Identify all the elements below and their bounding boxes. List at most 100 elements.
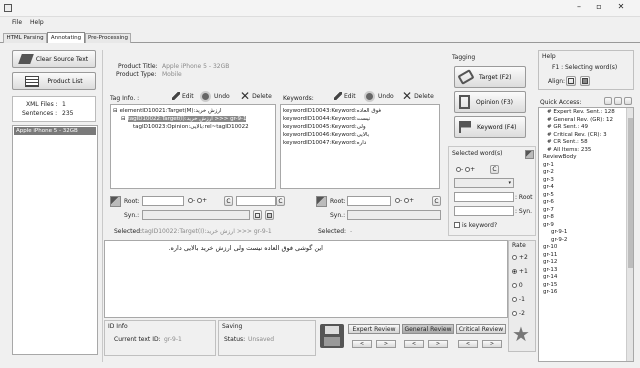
pin-icon[interactable] (110, 196, 121, 207)
keyword-item[interactable]: keywordID10047:Keyword:داره (283, 140, 437, 148)
close-button[interactable]: ✕ (614, 2, 628, 14)
star-icon[interactable]: ★ (512, 324, 530, 344)
root-left-input-2[interactable] (236, 196, 276, 206)
root-right-c-button[interactable]: C (432, 196, 441, 206)
qa-item[interactable]: # Expert Rev. Sent.: 128 (541, 109, 625, 117)
tree-row[interactable]: ⊟ tagID10022:Target(I):ارزش خرید >>> gr-9… (113, 116, 273, 124)
minimize-button[interactable]: – (572, 2, 586, 14)
sw-syn-input[interactable] (454, 206, 514, 216)
root-right-radio-group[interactable]: - + (395, 197, 414, 204)
quick-access-btn-2[interactable] (614, 97, 622, 105)
critical-prev-button[interactable]: < (458, 340, 478, 348)
sw-c-button[interactable]: C (490, 165, 499, 174)
product-list-item[interactable]: Apple iPhone 5 - 32GB (14, 127, 96, 135)
keyword-item[interactable]: keywordID10043:Keyword:فوق العاده (283, 108, 437, 116)
qa-item[interactable]: gr-10 (541, 244, 625, 252)
quick-access-btn-1[interactable] (604, 97, 612, 105)
tag-delete-button[interactable]: ✕ Delete (240, 90, 276, 102)
rate-radio-plus2[interactable]: +2 (512, 254, 528, 261)
root-left-input[interactable] (142, 196, 184, 206)
tree-row[interactable]: tagID10023:Opinion:بالایی:rel~tagID10022 (113, 124, 273, 132)
quick-access-tree[interactable]: # Expert Rev. Sent.: 128 # General Rev. … (538, 107, 634, 362)
qa-item[interactable]: gr-7 (541, 207, 625, 215)
expert-prev-button[interactable]: < (352, 340, 372, 348)
tab-html-parsing[interactable]: HTML Parsing (3, 33, 47, 43)
kw-delete-button[interactable]: ✕ Delete (402, 90, 438, 102)
qa-item[interactable]: gr-9-1 (541, 229, 625, 237)
keyword-button[interactable]: Keyword (F4) (454, 116, 526, 138)
pin-icon[interactable] (316, 196, 327, 207)
keyword-item[interactable]: keywordID10045:Keyword:ولی (283, 124, 437, 132)
root-left-radio-group[interactable]: - + (188, 197, 207, 204)
qa-item[interactable]: # All Items: 235 (541, 147, 625, 155)
tab-annotating[interactable]: Annotating (47, 32, 85, 43)
kw-undo-button[interactable]: Undo (364, 90, 400, 102)
maximize-button[interactable]: ▫ (592, 2, 606, 14)
qa-item[interactable]: gr-13 (541, 267, 625, 275)
qa-item[interactable]: gr-1 (541, 162, 625, 170)
menu-help[interactable]: Help (30, 19, 44, 26)
sw-radio-group[interactable]: - + (456, 166, 475, 173)
qa-item[interactable]: gr-12 (541, 259, 625, 267)
tag-undo-button[interactable]: Undo (200, 90, 236, 102)
critical-review-tab[interactable]: Critical Review (456, 324, 506, 334)
qa-item[interactable]: gr-4 (541, 184, 625, 192)
qa-item[interactable]: gr-16 (541, 289, 625, 297)
rate-radio-plus1[interactable]: +1 (512, 268, 528, 275)
tag-info-tree[interactable]: ⊟ elementID10021:Target(M):ارزش خرید ⊟ tag… (110, 104, 276, 189)
qa-item[interactable]: gr-6 (541, 199, 625, 207)
root-left-c-button[interactable]: C (224, 196, 233, 206)
sentence-textarea[interactable]: این گوشی فوق العاده نیست ولی ارزش خرید ب… (104, 240, 508, 318)
rate-radio-minus1[interactable]: -1 (512, 296, 525, 303)
qa-item[interactable]: gr-3 (541, 177, 625, 185)
qa-item[interactable]: # General Rev. (GR): 12 (541, 117, 625, 125)
qa-item[interactable]: gr-9 (541, 222, 625, 230)
tab-pre-processing[interactable]: Pre-Processing (85, 33, 131, 43)
critical-next-button[interactable]: > (482, 340, 502, 348)
save-disk-icon[interactable] (320, 324, 344, 348)
syn-left-paste-button[interactable] (265, 210, 274, 220)
tree-row[interactable]: ⊟ elementID10021:Target(M):ارزش خرید (113, 108, 273, 116)
qa-item[interactable]: gr-8 (541, 214, 625, 222)
expert-next-button[interactable]: > (376, 340, 396, 348)
qa-item[interactable]: gr-14 (541, 274, 625, 282)
syn-right-input[interactable] (347, 210, 441, 220)
syn-left-input[interactable] (142, 210, 250, 220)
sw-dropdown[interactable]: ▾ (454, 178, 514, 188)
quick-access-btn-3[interactable] (624, 97, 632, 105)
keyword-item[interactable]: keywordID10044:Keyword:نیست (283, 116, 437, 124)
is-keyword-checkbox[interactable] (454, 222, 460, 228)
qa-item[interactable]: # GR Sent.: 49 (541, 124, 625, 132)
syn-left-copy-button[interactable] (253, 210, 262, 220)
qa-item[interactable]: gr-2 (541, 169, 625, 177)
keywords-list[interactable]: keywordID10043:Keyword:فوق العاده keywor… (280, 104, 440, 189)
sw-root-input[interactable] (454, 192, 514, 202)
qa-item[interactable]: # CR Sent.: 58 (541, 139, 625, 147)
tag-edit-button[interactable]: Edit (172, 90, 198, 102)
pin-icon[interactable] (525, 150, 534, 159)
root-right-input[interactable] (347, 196, 391, 206)
qa-item[interactable]: gr-9-2 (541, 237, 625, 245)
menu-file[interactable]: File (12, 19, 22, 26)
quick-access-scrollbar[interactable] (626, 108, 633, 361)
general-next-button[interactable]: > (428, 340, 448, 348)
kw-edit-button[interactable]: Edit (334, 90, 360, 102)
qa-item[interactable]: gr-5 (541, 192, 625, 200)
qa-item[interactable]: # Critical Rev. (CR): 3 (541, 132, 625, 140)
align-left-button[interactable] (566, 76, 576, 86)
product-list-button[interactable]: Product List (12, 72, 96, 90)
rate-radio-minus2[interactable]: -2 (512, 310, 525, 317)
expert-review-tab[interactable]: Expert Review (348, 324, 400, 334)
rate-radio-zero[interactable]: 0 (512, 282, 523, 289)
qa-item[interactable]: gr-15 (541, 282, 625, 290)
align-right-button[interactable] (580, 76, 590, 86)
opinion-button[interactable]: Opinion (F3) (454, 91, 526, 113)
clear-source-text-button[interactable]: Clear Source Text (12, 50, 96, 68)
general-review-tab[interactable]: General Review (402, 324, 454, 334)
qa-item[interactable]: ReviewBody (541, 154, 625, 162)
keyword-item[interactable]: keywordID10046:Keyword:بالایی (283, 132, 437, 140)
qa-item[interactable]: gr-11 (541, 252, 625, 260)
general-prev-button[interactable]: < (404, 340, 424, 348)
product-listbox[interactable]: Apple iPhone 5 - 32GB (12, 125, 98, 355)
target-button[interactable]: Target (F2) (454, 66, 526, 88)
